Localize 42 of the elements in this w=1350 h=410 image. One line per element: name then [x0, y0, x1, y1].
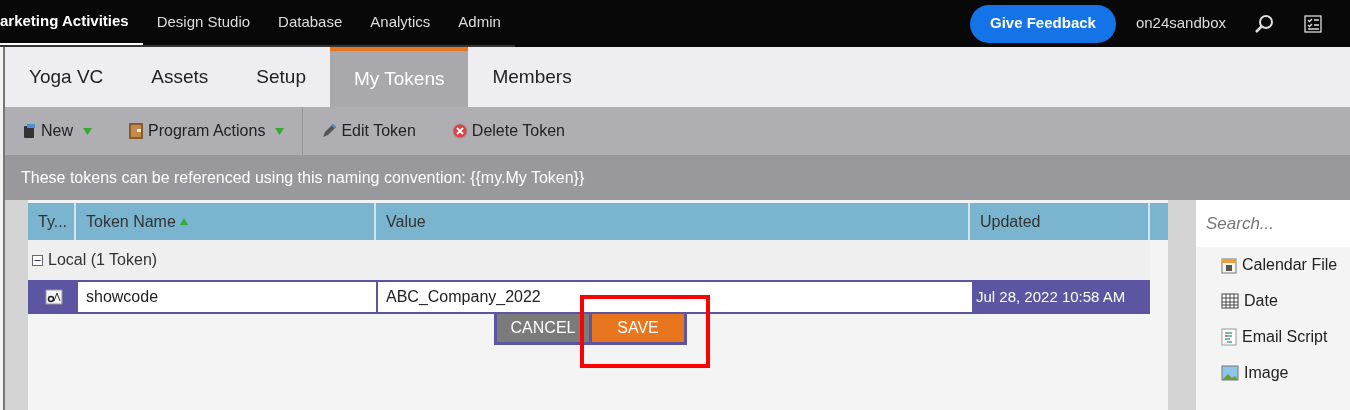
tab[interactable]: Assets: [127, 47, 233, 107]
nav-link[interactable]: Database: [264, 0, 357, 45]
toolbar-button[interactable]: Program Actions: [110, 119, 303, 143]
feedback-button[interactable]: Give Feedback: [970, 4, 1116, 43]
script-icon: [1221, 328, 1237, 346]
book-icon: [23, 123, 37, 139]
token-value-field[interactable]: ABC_Company_2022: [378, 282, 972, 312]
box-icon: [128, 122, 144, 140]
tab[interactable]: Members: [468, 47, 596, 107]
delete-icon: [451, 123, 468, 139]
cancel-button[interactable]: CANCEL: [497, 314, 589, 342]
group-label: Local (1 Token): [48, 250, 158, 270]
nav-link[interactable]: Admin: [444, 0, 515, 45]
image-icon: [1221, 365, 1239, 381]
updated-date: Jul 28, 2022 10:58 AM: [975, 286, 1127, 307]
pencil-icon: [321, 123, 338, 139]
dropdown-arrow-icon: [275, 127, 285, 135]
checklist-icon[interactable]: [1304, 14, 1322, 33]
token-type-item[interactable]: Calendar File: [1196, 247, 1350, 283]
nav-link[interactable]: Design Studio: [142, 0, 265, 45]
toolbar-button[interactable]: New: [5, 119, 110, 143]
calendar-icon: [1221, 256, 1237, 274]
search-icon[interactable]: [1254, 13, 1274, 34]
tab[interactable]: Yoga VC: [5, 47, 128, 107]
nav-link[interactable]: Analytics: [356, 0, 445, 45]
token-row[interactable]: showcode ABC_Company_2022 Jul 28, 2022 10:58 AM: [28, 280, 1150, 314]
toolbar-button[interactable]: Edit Token: [303, 119, 434, 143]
sort-arrow-icon: [179, 218, 188, 225]
token-type-item[interactable]: Email Script: [1196, 319, 1350, 355]
nav-link[interactable]: arketing Activities: [0, 0, 143, 45]
tab[interactable]: Setup: [232, 47, 330, 107]
token-name-field[interactable]: showcode: [78, 282, 378, 312]
dropdown-arrow-icon: [83, 127, 92, 135]
toolbar-button[interactable]: Delete Token: [433, 119, 583, 143]
text-token-icon: [45, 289, 63, 305]
search-field[interactable]: Search...: [1196, 200, 1350, 247]
token-type-item[interactable]: Image: [1196, 355, 1350, 391]
account-name[interactable]: on24sandbox: [1135, 12, 1226, 35]
info-text: These tokens can be referenced using this naming convention: {{my.My Token}}: [21, 167, 585, 188]
grid-icon: [1221, 293, 1239, 309]
token-type-item[interactable]: Date: [1196, 283, 1350, 319]
collapse-icon[interactable]: [32, 254, 43, 266]
